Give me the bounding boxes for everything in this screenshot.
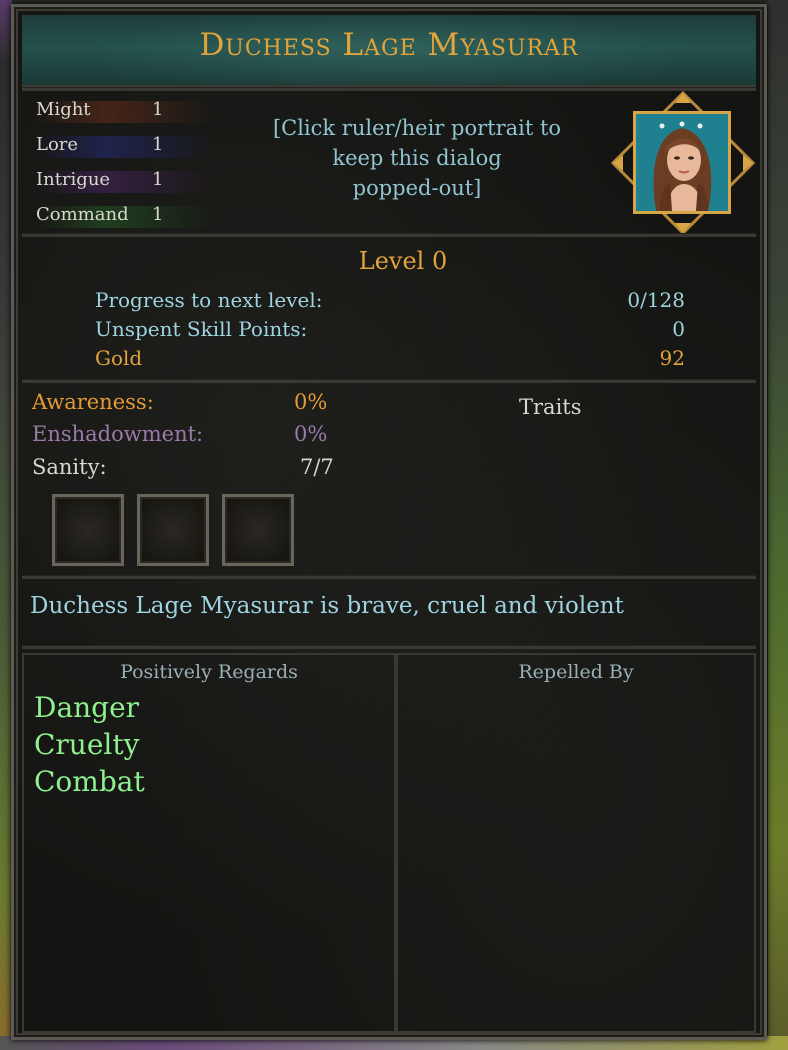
progress-label: Progress to next level: [95,288,323,312]
stat-label: Command [36,204,129,225]
positive-regards-panel: Positively Regards Danger Cruelty Combat [22,653,396,1033]
character-dialog: Duchess Lage Myasurar Might 1 Lore 1 Int… [11,4,767,1040]
divider [22,379,756,383]
hint-line: keep this dialog [332,146,502,170]
repelled-by-panel: Repelled By [396,653,756,1033]
stat-label: Might [36,99,91,120]
skill-points-value: 0 [672,317,685,341]
character-description: Duchess Lage Myasurar is brave, cruel an… [30,593,624,619]
awareness-label: Awareness: [32,390,154,414]
portrait-woman-icon [636,114,728,211]
stat-value: 1 [152,134,164,155]
enshadowment-label: Enshadowment: [32,422,204,446]
divider [22,645,756,649]
divider [22,233,756,237]
sanity-value: 7/7 [300,455,334,479]
stat-lore[interactable]: Lore 1 [34,130,254,165]
popout-hint: [Click ruler/heir portrait to keep this … [272,113,562,203]
progress-value: 0/128 [627,288,685,312]
repelled-by-heading: Repelled By [518,661,634,683]
stat-value: 1 [152,99,164,120]
traits-heading: Traits [519,395,582,419]
stats-list: Might 1 Lore 1 Intrigue 1 Command 1 [34,95,254,235]
gold-label: Gold [95,346,143,370]
awareness-value: 0% [294,390,328,414]
gold-value: 92 [659,346,685,370]
stat-label: Lore [36,134,79,155]
portrait-frame [633,111,731,214]
enshadowment-value: 0% [294,422,328,446]
sanity-label: Sanity: [32,455,107,479]
stat-command[interactable]: Command 1 [34,200,254,235]
stat-value: 1 [152,204,164,225]
regard-item: Danger [34,691,140,724]
character-name-title: Duchess Lage Myasurar [199,27,579,63]
stat-might[interactable]: Might 1 [34,95,254,130]
level-title: Level 0 [358,247,448,275]
regard-item: Combat [34,765,145,798]
regard-item: Cruelty [34,728,140,761]
title-bar: Duchess Lage Myasurar [22,15,756,87]
positive-regards-heading: Positively Regards [120,661,298,683]
item-slot[interactable] [137,494,209,566]
item-slot[interactable] [52,494,124,566]
stat-value: 1 [152,169,164,190]
hint-line: [Click ruler/heir portrait to [272,116,562,140]
positive-regards-list: Danger Cruelty Combat [34,689,145,800]
stat-intrigue[interactable]: Intrigue 1 [34,165,254,200]
item-slot[interactable] [222,494,294,566]
map-edge-right [768,0,788,1050]
divider [22,575,756,579]
stat-label: Intrigue [36,169,111,190]
ruler-portrait[interactable] [611,91,755,235]
skill-points-label: Unspent Skill Points: [95,317,308,341]
hint-line: popped-out] [352,176,482,200]
